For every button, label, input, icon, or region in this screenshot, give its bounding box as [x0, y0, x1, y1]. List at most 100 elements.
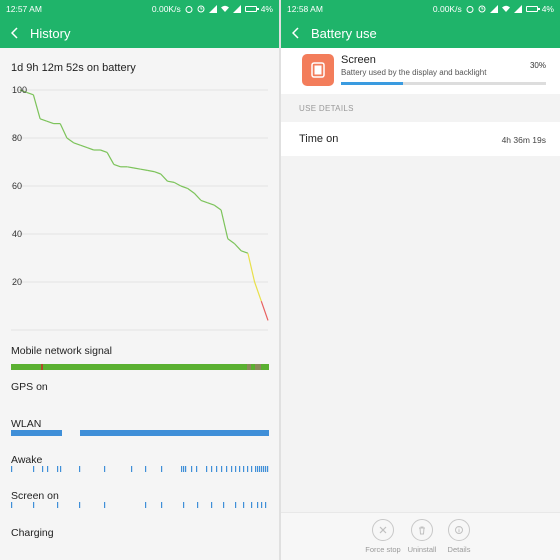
awake-tick — [235, 466, 237, 472]
screen-on-tick — [161, 502, 163, 508]
usage-progress-fill — [341, 82, 403, 85]
battery-summary: 1d 9h 12m 52s on battery — [11, 62, 136, 74]
awake-tick — [257, 466, 259, 472]
battery-line-segment — [106, 152, 115, 165]
awake-tick — [183, 466, 185, 472]
battery-line-segment — [133, 167, 141, 170]
y-tick-label: 20 — [12, 277, 22, 287]
battery-line-segment — [73, 142, 81, 146]
battery-icon — [244, 6, 259, 12]
details-label: Details — [447, 545, 471, 554]
battery-line-segment — [153, 171, 161, 175]
section-title: USE DETAILS — [299, 104, 354, 113]
signal-icon-2 — [232, 5, 241, 13]
awake-tick — [42, 466, 44, 472]
trash-icon — [411, 519, 433, 541]
screen-on-tick — [223, 502, 225, 508]
awake-tick — [33, 466, 35, 472]
awake-tick — [60, 466, 62, 472]
screen-on-tick — [257, 502, 259, 508]
battery-line-segment — [173, 181, 182, 187]
app-usage-card: Screen Battery used by the display and b… — [281, 48, 560, 94]
awake-tick — [181, 466, 183, 472]
usage-percent: 30% — [529, 61, 546, 70]
battery-percent: 4% — [260, 4, 273, 14]
screen-on-tick — [197, 502, 199, 508]
screen-on-tick — [104, 502, 106, 508]
battery-line-segment — [59, 123, 68, 139]
mobile-signal-bar — [11, 364, 269, 370]
screen-on-tick — [145, 502, 147, 508]
awake-tick — [263, 466, 265, 472]
section-header: USE DETAILS — [281, 96, 560, 120]
y-tick-label: 40 — [12, 229, 22, 239]
battery-line-segment — [260, 301, 269, 321]
battery-line-segment — [147, 169, 155, 173]
y-tick-label: 100 — [12, 85, 27, 95]
battery-line-segment — [100, 149, 108, 153]
battery-line-segment — [127, 166, 135, 169]
track-label-screen-on: Screen on — [11, 490, 59, 502]
back-icon[interactable] — [289, 26, 303, 40]
time-on-value: 4h 36m 19s — [501, 135, 546, 145]
awake-tick — [161, 466, 163, 472]
battery-line-segment — [200, 199, 208, 204]
awake-tick — [145, 466, 147, 472]
screen-on-tick — [265, 502, 267, 508]
signal-icon — [489, 5, 498, 13]
force-stop-label: Force stop — [365, 545, 401, 554]
details-button[interactable]: Details — [434, 519, 484, 554]
awake-tick — [216, 466, 218, 472]
info-icon — [448, 519, 470, 541]
screen-on-tick — [33, 502, 35, 508]
awake-tick — [239, 466, 241, 472]
screen-on-tick — [243, 502, 245, 508]
awake-tick — [243, 466, 245, 472]
history-screen: 12:57 AM 0.00K/s 4% History 1d 9h 12m 52… — [0, 0, 279, 560]
awake-tick — [47, 466, 49, 472]
network-speed: 0.00K/s — [432, 4, 462, 14]
track-label-charging: Charging — [11, 527, 54, 539]
awake-tick — [261, 466, 263, 472]
screen-on-tick — [183, 502, 185, 508]
screen-on-tick — [261, 502, 263, 508]
battery-icon — [525, 6, 540, 12]
track-label-mobile-signal: Mobile network signal — [11, 345, 112, 357]
awake-tick — [255, 466, 257, 472]
wifi-icon — [220, 5, 229, 12]
awake-tick — [247, 466, 249, 472]
awake-tick — [11, 466, 13, 472]
status-bar: 12:57 AM 0.00K/s 4% — [0, 0, 279, 18]
awake-tick — [104, 466, 106, 472]
time-on-row: Time on 4h 36m 19s — [281, 122, 560, 156]
alarm-icon — [185, 6, 193, 13]
screen-icon — [302, 54, 334, 86]
awake-tick — [191, 466, 193, 472]
battery-line-segment — [26, 91, 34, 96]
battery-line-segment — [32, 94, 41, 119]
usage-progress-bar — [341, 82, 546, 85]
battery-line-segment — [240, 250, 249, 254]
awake-tick — [206, 466, 208, 472]
screen-on-tick — [57, 502, 59, 508]
awake-tick — [265, 466, 267, 472]
status-time: 12:57 AM — [6, 4, 42, 14]
awake-tick — [57, 466, 59, 472]
back-icon[interactable] — [8, 26, 22, 40]
status-bar: 12:58 AM 0.00K/s 4% — [281, 0, 560, 18]
battery-line-segment — [247, 253, 256, 283]
page-title: Battery use — [311, 25, 377, 41]
wifi-icon — [501, 5, 510, 12]
battery-line-segment — [187, 187, 195, 194]
awake-tick — [259, 466, 261, 472]
track-label-gps: GPS on — [11, 381, 48, 393]
signal-icon — [208, 5, 217, 13]
battery-line-segment — [39, 118, 48, 122]
action-bar: Force stop Uninstall Details — [281, 512, 560, 560]
screen-on-tick — [211, 502, 213, 508]
time-on-label: Time on — [299, 133, 339, 145]
awake-tick — [251, 466, 253, 472]
battery-percent: 4% — [541, 4, 554, 14]
awake-tick — [231, 466, 233, 472]
clock-icon — [478, 5, 486, 13]
